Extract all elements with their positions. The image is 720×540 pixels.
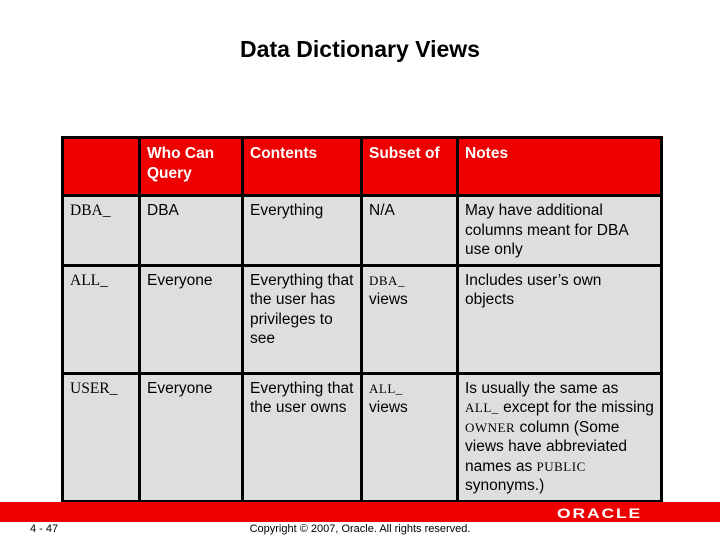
cell-prefix: ALL_ (61, 263, 141, 375)
cell-contents: Everything (241, 194, 363, 267)
cell-notes: Includes user’s own objects (456, 263, 663, 375)
notes-code: PUBLIC (536, 458, 586, 474)
cell-who: Everyone (138, 263, 244, 375)
subset-code: DBA_ (369, 272, 405, 288)
subset-text: N/A (369, 202, 395, 219)
header-notes: Notes (456, 136, 663, 197)
slide-title: Data Dictionary Views (240, 36, 480, 62)
notes-text: synonyms.) (465, 477, 545, 494)
cell-contents: Everything that the user has privileges … (241, 263, 363, 375)
header-prefix (61, 136, 141, 197)
data-dictionary-table: Who Can Query Contents Subset of Notes D… (61, 136, 663, 503)
subset-code: ALL_ (369, 380, 403, 396)
table-header-row: Who Can Query Contents Subset of Notes (61, 136, 663, 197)
table-row: ALL_ Everyone Everything that the user h… (61, 263, 663, 375)
header-who-can-query: Who Can Query (138, 136, 244, 197)
notes-text: Is usually the same as (465, 379, 619, 397)
cell-prefix: USER_ (61, 371, 141, 503)
notes-code: ALL_ (465, 400, 499, 415)
cell-notes: Is usually the same as ALL_ except for t… (456, 371, 663, 503)
subset-text: views (369, 399, 408, 416)
copyright-text: Copyright © 2007, Oracle. All rights res… (249, 523, 471, 535)
oracle-logo: ORACLE (556, 505, 642, 521)
header-subset-of: Subset of (360, 136, 459, 197)
cell-who: Everyone (138, 371, 244, 503)
notes-text: except for the missing (498, 399, 654, 416)
cell-prefix: DBA_ (61, 194, 141, 267)
cell-subset: N/A (360, 194, 459, 267)
notes-code: OWNER (465, 419, 516, 435)
cell-who: DBA (138, 194, 244, 267)
table-row: USER_ Everyone Everything that the user … (61, 371, 663, 503)
table-row: DBA_ DBA Everything N/A May have additio… (61, 194, 663, 267)
subset-text: views (369, 291, 408, 308)
cell-contents: Everything that the user owns (241, 371, 363, 503)
cell-notes: May have additional columns meant for DB… (456, 194, 663, 267)
header-contents: Contents (241, 136, 363, 197)
cell-subset: ALL_views (360, 371, 459, 503)
cell-subset: DBA_views (360, 263, 459, 375)
